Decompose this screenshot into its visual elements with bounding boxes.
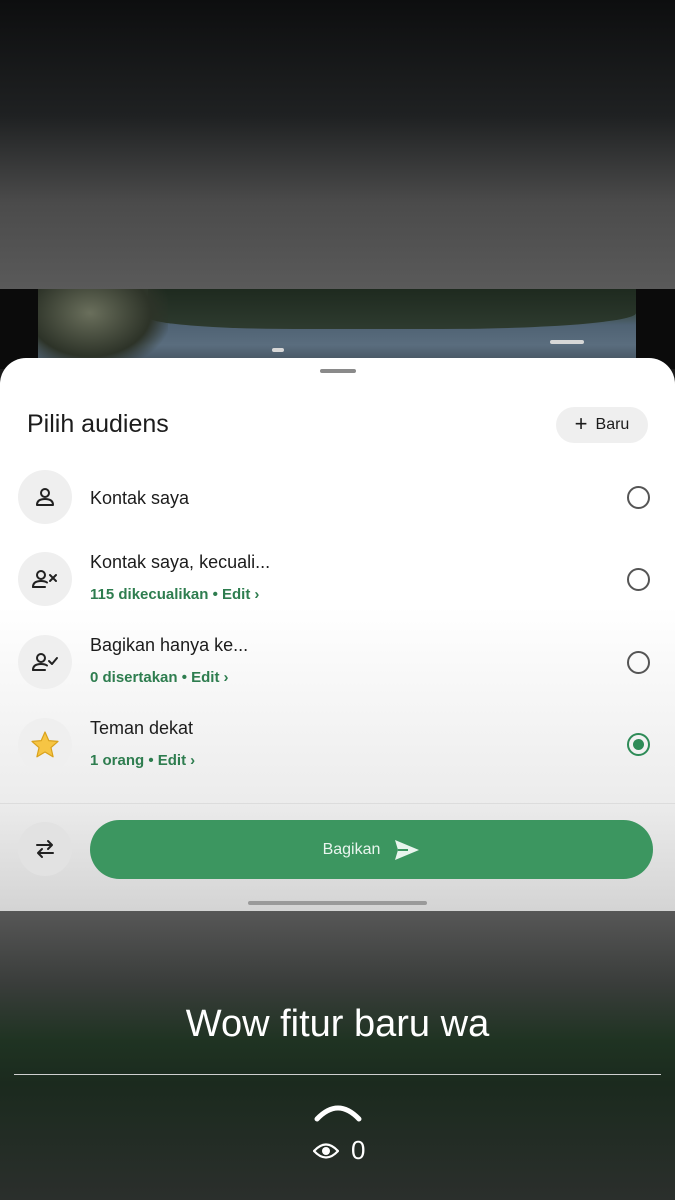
eye-icon — [313, 1142, 339, 1159]
included-edit-label: 0 disertakan • Edit — [90, 669, 220, 686]
audience-option-title: Teman dekat — [90, 718, 194, 738]
audience-radio-close-friends[interactable] — [627, 733, 650, 756]
share-button[interactable]: Bagikan — [90, 820, 653, 879]
person-icon — [18, 470, 72, 524]
chevron-up-icon[interactable] — [313, 1101, 363, 1128]
audience-option-title: Bagikan hanya ke... — [90, 635, 249, 655]
story-footer: Wow fitur baru wa 0 — [0, 911, 675, 1200]
star-icon — [18, 718, 72, 772]
close-friends-edit-label: 1 orang • Edit — [90, 752, 187, 769]
home-indicator — [248, 901, 427, 905]
sheet-divider — [0, 803, 675, 804]
audience-option-title: Kontak saya, kecuali... — [90, 552, 271, 572]
chevron-right-icon: › — [254, 586, 260, 603]
story-caption: Wow fitur baru wa — [185, 1003, 490, 1045]
status-screen: Pilih audiens + Baru Kontak saya Kontak … — [0, 0, 675, 1200]
excluded-edit-label: 115 dikecualikan • Edit — [90, 586, 251, 603]
sheet-drag-handle[interactable] — [320, 369, 356, 373]
audience-bottom-sheet: Pilih audiens + Baru Kontak saya Kontak … — [0, 358, 675, 911]
swap-arrows-icon — [36, 840, 54, 858]
person-check-icon — [18, 635, 72, 689]
included-edit-link[interactable]: 0 disertakan • Edit › — [90, 669, 228, 686]
close-friends-edit-link[interactable]: 1 orang • Edit › — [90, 752, 195, 769]
audience-option-contacts-except[interactable]: Kontak saya, kecuali... 115 dikecualikan… — [0, 539, 675, 621]
person-remove-icon — [18, 552, 72, 606]
excluded-edit-link[interactable]: 115 dikecualikan • Edit › — [90, 586, 259, 603]
audience-option-my-contacts[interactable]: Kontak saya — [0, 457, 675, 539]
view-count-value: 0 — [351, 1135, 366, 1165]
audience-option-title: Kontak saya — [90, 488, 190, 508]
new-list-button-label: Baru — [595, 416, 630, 433]
new-list-button[interactable]: + Baru — [556, 407, 648, 443]
chevron-right-icon: › — [190, 752, 196, 769]
audience-option-close-friends[interactable]: Teman dekat 1 orang • Edit › — [0, 705, 675, 787]
status-background — [0, 0, 675, 290]
audience-radio-share-only[interactable] — [627, 651, 650, 674]
audience-radio-my-contacts[interactable] — [627, 486, 650, 509]
caption-divider — [14, 1074, 661, 1075]
audience-radio-contacts-except[interactable] — [627, 568, 650, 591]
send-icon — [395, 839, 420, 860]
status-photo — [0, 289, 675, 369]
view-count[interactable]: 0 — [313, 1135, 365, 1166]
plus-icon: + — [574, 411, 588, 436]
sheet-title: Pilih audiens — [27, 410, 169, 438]
chevron-right-icon: › — [223, 669, 229, 686]
share-button-label: Bagikan — [322, 840, 381, 858]
switch-audience-button[interactable] — [18, 822, 72, 876]
audience-option-share-only[interactable]: Bagikan hanya ke... 0 disertakan • Edit › — [0, 622, 675, 704]
